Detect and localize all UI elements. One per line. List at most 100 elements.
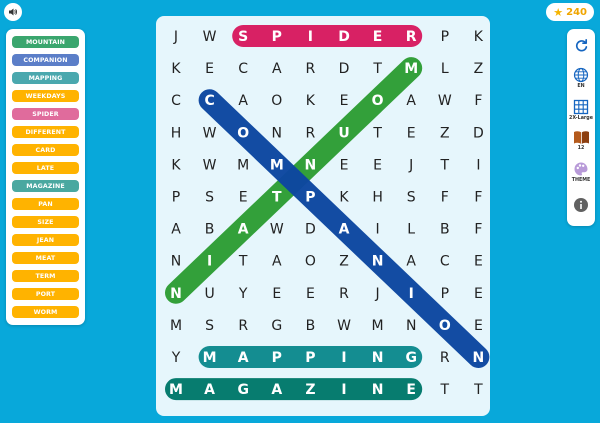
grid-letter[interactable]: D — [338, 29, 350, 45]
grid-letter[interactable]: E — [340, 93, 349, 109]
grid-letter[interactable]: P — [441, 286, 449, 302]
refresh-button[interactable] — [567, 38, 595, 53]
grid-letter[interactable]: A — [204, 382, 215, 398]
grid-letter[interactable]: W — [270, 222, 284, 238]
grid-letter[interactable]: A — [272, 61, 282, 77]
grid-letter[interactable]: G — [271, 318, 282, 334]
grid-letter[interactable]: F — [474, 93, 482, 109]
grid-letter[interactable]: T — [272, 190, 282, 206]
grid-letter[interactable]: M — [237, 157, 249, 173]
grid-letter[interactable]: S — [238, 29, 248, 45]
grid-letter[interactable]: L — [407, 222, 415, 238]
grid-letter[interactable]: Z — [474, 61, 484, 77]
grid-letter[interactable]: K — [306, 93, 316, 109]
grid-letter[interactable]: A — [171, 222, 181, 238]
grid-letter[interactable]: J — [375, 286, 380, 302]
grid-letter[interactable]: A — [238, 350, 249, 366]
language-button[interactable]: EN — [567, 67, 595, 89]
grid-size-button[interactable]: 2X-Large — [567, 99, 595, 121]
grid-letter[interactable]: I — [341, 382, 346, 398]
grid-letter[interactable]: B — [306, 318, 316, 334]
grid-letter[interactable]: N — [305, 157, 317, 173]
grid-letter[interactable]: R — [440, 350, 450, 366]
grid-letter[interactable]: R — [406, 29, 417, 45]
grid-letter[interactable]: N — [406, 318, 416, 334]
grid-letter[interactable]: T — [440, 157, 450, 173]
grid-letter[interactable]: A — [339, 222, 350, 238]
letter-grid[interactable]: J W S P I D E R P KK E C A R D T M L ZC C A O K E O A W FH W O N R U T E Z D… — [156, 16, 490, 416]
grid-letter[interactable]: G — [237, 382, 249, 398]
grid-letter[interactable]: G — [405, 350, 417, 366]
grid-letter[interactable]: U — [204, 286, 214, 302]
grid-letter[interactable]: Z — [440, 125, 450, 141]
grid-letter[interactable]: F — [474, 222, 482, 238]
grid-letter[interactable]: W — [337, 318, 351, 334]
grid-letter[interactable]: P — [305, 350, 315, 366]
grid-letter[interactable]: B — [440, 222, 450, 238]
grid-letter[interactable]: E — [474, 286, 483, 302]
theme-button[interactable]: THEME — [567, 161, 595, 183]
grid-letter[interactable]: P — [272, 29, 282, 45]
grid-letter[interactable]: C — [171, 93, 181, 109]
grid-letter[interactable]: W — [203, 125, 217, 141]
grid-letter[interactable]: P — [272, 350, 282, 366]
grid-letter[interactable]: H — [171, 125, 182, 141]
grid-letter[interactable]: C — [238, 61, 248, 77]
grid-letter[interactable]: E — [474, 318, 483, 334]
grid-letter[interactable]: W — [203, 157, 217, 173]
grid-letter[interactable]: C — [440, 254, 450, 270]
info-button[interactable] — [567, 197, 595, 213]
grid-letter[interactable]: K — [474, 29, 484, 45]
grid-letter[interactable]: H — [372, 190, 383, 206]
grid-letter[interactable]: A — [406, 254, 416, 270]
grid-letter[interactable]: I — [476, 157, 480, 173]
grid-letter[interactable]: C — [204, 93, 214, 109]
grid-letter[interactable]: M — [203, 350, 217, 366]
grid-letter[interactable]: I — [376, 222, 380, 238]
grid-letter[interactable]: I — [308, 29, 313, 45]
grid-letter[interactable]: O — [439, 318, 451, 334]
grid-letter[interactable]: K — [339, 190, 349, 206]
grid-letter[interactable]: D — [473, 125, 484, 141]
grid-letter[interactable]: T — [372, 61, 382, 77]
grid-letter[interactable]: E — [373, 157, 382, 173]
grid-letter[interactable]: A — [238, 222, 249, 238]
grid-letter[interactable]: Y — [171, 350, 181, 366]
grid-letter[interactable]: R — [238, 318, 248, 334]
grid-letter[interactable]: Z — [305, 382, 315, 398]
sound-button[interactable] — [4, 3, 22, 21]
grid-letter[interactable]: E — [272, 286, 281, 302]
puzzle-board[interactable]: JWSPIDERPKKECARDTMLZCCAOKEOAWFHWONRUTEZD… — [156, 16, 490, 416]
grid-letter[interactable]: Z — [339, 254, 349, 270]
grid-letter[interactable]: N — [372, 254, 384, 270]
grid-letter[interactable]: U — [338, 125, 349, 141]
grid-letter[interactable]: N — [473, 350, 485, 366]
grid-letter[interactable]: T — [372, 125, 382, 141]
grid-letter[interactable]: K — [171, 157, 181, 173]
grid-letter[interactable]: E — [340, 157, 349, 173]
grid-letter[interactable]: W — [203, 29, 217, 45]
grid-letter[interactable]: Y — [238, 286, 248, 302]
grid-letter[interactable]: M — [270, 157, 284, 173]
grid-letter[interactable]: E — [373, 29, 383, 45]
grid-letter[interactable]: S — [407, 190, 416, 206]
grid-letter[interactable]: F — [441, 190, 449, 206]
grid-letter[interactable]: M — [169, 382, 183, 398]
grid-letter[interactable]: E — [239, 190, 248, 206]
grid-letter[interactable]: R — [339, 286, 349, 302]
grid-letter[interactable]: S — [205, 190, 214, 206]
grid-letter[interactable]: L — [441, 61, 449, 77]
grid-letter[interactable]: N — [372, 382, 384, 398]
grid-letter[interactable]: M — [170, 318, 182, 334]
grid-letter[interactable]: A — [406, 93, 416, 109]
grid-letter[interactable]: N — [170, 286, 182, 302]
grid-letter[interactable]: R — [306, 61, 316, 77]
grid-letter[interactable]: A — [272, 254, 282, 270]
grid-letter[interactable]: T — [440, 382, 450, 398]
word-count-button[interactable]: 12 — [567, 130, 595, 151]
grid-letter[interactable]: B — [205, 222, 215, 238]
grid-letter[interactable]: O — [305, 254, 316, 270]
grid-letter[interactable]: T — [473, 382, 483, 398]
grid-letter[interactable]: R — [306, 125, 316, 141]
grid-letter[interactable]: W — [438, 93, 452, 109]
